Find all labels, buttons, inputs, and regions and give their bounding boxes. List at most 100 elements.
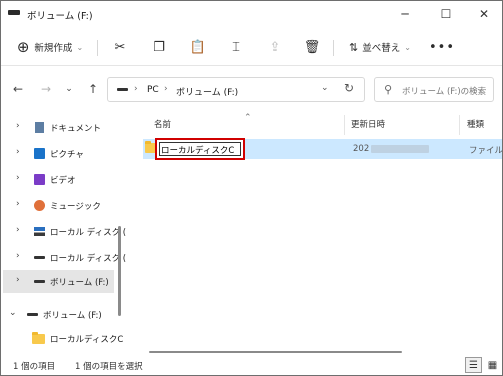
- file-list: ⌃ 名前 更新日時 種類 202 ファイル フ: [127, 113, 502, 353]
- nav-item-folder[interactable]: ローカルディスクC: [1, 327, 123, 350]
- drive-icon: [27, 313, 38, 316]
- nav-item-videos[interactable]: › ビデオ: [1, 168, 121, 191]
- chevron-right-icon[interactable]: ›: [16, 199, 20, 209]
- arrow-left-icon: ←: [12, 82, 24, 96]
- rename-highlight: [155, 138, 245, 160]
- arrow-right-icon: →: [40, 82, 52, 96]
- toolbar-divider: [333, 40, 334, 56]
- nav-item-local-disk-2[interactable]: › ローカル ディスク (: [1, 246, 126, 269]
- sort-button[interactable]: ⇅ 並べ替え ⌄: [341, 36, 419, 58]
- chevron-right-icon[interactable]: ›: [16, 147, 20, 157]
- toolbar-divider: [97, 40, 98, 56]
- local-disk-icon: [34, 227, 45, 236]
- documents-icon: [35, 122, 44, 133]
- copy-button[interactable]: ❐: [148, 36, 170, 58]
- drive-icon: [34, 256, 45, 259]
- tiles-view-icon: ▦: [487, 359, 498, 371]
- paste-button[interactable]: 📋: [187, 36, 209, 58]
- item-count: 1 個の項目: [13, 362, 56, 372]
- new-button[interactable]: ⊕ 新規作成 ⌄: [11, 36, 89, 58]
- breadcrumb-pc[interactable]: PC: [147, 85, 159, 95]
- column-header-type[interactable]: 種類: [467, 118, 484, 130]
- command-bar: ⊕ 新規作成 ⌄ ✂ ❐ 📋 ⌶ ⇪ 🗑 ⇅ 並べ替え ⌄ •••: [1, 28, 502, 66]
- minimize-button[interactable]: ─: [387, 3, 423, 25]
- explorer-window: ボリューム (F:) ─ ☐ ✕ ⊕ 新規作成 ⌄ ✂ ❐ 📋 ⌶ ⇪ 🗑 ⇅ …: [0, 0, 503, 376]
- details-view-icon: ☰: [469, 359, 478, 371]
- search-placeholder: ボリューム (F:)の検索: [402, 87, 487, 97]
- column-header-modified[interactable]: 更新日時: [351, 118, 385, 130]
- rename-field: [159, 142, 241, 156]
- rename-icon: ⌶: [232, 39, 240, 55]
- file-row[interactable]: 202 ファイル フ: [143, 138, 503, 160]
- chevron-down-icon: ⌄: [76, 42, 84, 52]
- column-divider[interactable]: [459, 115, 460, 135]
- drive-icon: [8, 10, 20, 15]
- search-icon: ⚲: [384, 83, 393, 96]
- nav-item-label: ミュージック: [50, 202, 101, 212]
- cut-button[interactable]: ✂: [109, 36, 131, 58]
- plus-icon: ⊕: [16, 37, 30, 56]
- nav-item-label: ビデオ: [50, 176, 76, 186]
- address-history-icon[interactable]: ⌄: [321, 83, 329, 93]
- breadcrumb-separator-icon: ›: [134, 84, 138, 94]
- arrow-up-icon: ↑: [87, 82, 99, 96]
- file-type: ファイル フ: [469, 146, 503, 156]
- delete-icon: 🗑: [303, 39, 321, 55]
- redacted-date: [371, 145, 429, 153]
- drive-icon: [117, 88, 128, 91]
- up-button[interactable]: ↑: [83, 79, 103, 99]
- rename-input[interactable]: [161, 144, 239, 155]
- nav-item-label: ドキュメント: [50, 124, 102, 134]
- horizontal-scrollbar[interactable]: [149, 351, 402, 353]
- nav-item-pictures[interactable]: › ピクチャ: [1, 142, 121, 165]
- chevron-right-icon[interactable]: ›: [16, 275, 20, 285]
- chevron-down-icon: ⌄: [65, 84, 73, 94]
- new-button-label: 新規作成: [34, 43, 73, 54]
- folder-icon: [32, 332, 45, 344]
- nav-item-local-disk-1[interactable]: › ローカル ディスク (: [1, 220, 126, 243]
- rename-button[interactable]: ⌶: [225, 36, 247, 58]
- drive-icon: [34, 280, 45, 283]
- nav-item-label: ピクチャ: [50, 150, 84, 160]
- nav-item-music[interactable]: › ミュージック: [1, 194, 121, 217]
- nav-item-volume-f-expanded[interactable]: ⌄ ボリューム (F:): [1, 303, 121, 326]
- sort-button-label: 並べ替え: [362, 43, 401, 54]
- chevron-down-icon: ⌄: [404, 42, 411, 52]
- chevron-down-icon[interactable]: ⌄: [9, 308, 17, 318]
- column-divider[interactable]: [344, 115, 345, 135]
- navigation-pane: › ドキュメント › ピクチャ › ビデオ › ミュージック › ローカル ディ…: [1, 113, 126, 353]
- column-header-name[interactable]: 名前: [154, 118, 171, 130]
- chevron-right-icon[interactable]: ›: [16, 225, 20, 235]
- share-button[interactable]: ⇪: [264, 36, 286, 58]
- breadcrumb-separator-icon: ›: [164, 84, 168, 94]
- search-box[interactable]: ⚲ ボリューム (F:)の検索: [374, 77, 494, 102]
- nav-item-documents[interactable]: › ドキュメント: [1, 116, 121, 139]
- more-icon: •••: [429, 39, 456, 55]
- details-view-button[interactable]: ☰: [465, 357, 482, 373]
- large-icons-view-button[interactable]: ▦: [484, 357, 501, 373]
- breadcrumb-volume[interactable]: ボリューム (F:): [176, 85, 238, 98]
- more-options-button[interactable]: •••: [429, 36, 455, 58]
- delete-button[interactable]: 🗑: [301, 36, 323, 58]
- navigation-scrollbar[interactable]: [118, 226, 121, 316]
- forward-button[interactable]: →: [36, 79, 56, 99]
- pictures-icon: [34, 148, 45, 159]
- recent-locations-button[interactable]: ⌄: [59, 79, 79, 99]
- copy-icon: ❐: [153, 39, 165, 55]
- nav-item-label: ボリューム (F:): [50, 278, 109, 288]
- close-button[interactable]: ✕: [466, 3, 502, 25]
- back-button[interactable]: ←: [8, 79, 28, 99]
- sort-icon: ⇅: [349, 40, 359, 54]
- paste-icon: 📋: [189, 39, 207, 55]
- status-bar: 1 個の項目 1 個の項目を選択 ☰ ▦: [1, 356, 502, 375]
- nav-item-label: ローカル ディスク (: [50, 228, 127, 238]
- nav-item-volume-f[interactable]: › ボリューム (F:): [3, 270, 114, 293]
- chevron-right-icon[interactable]: ›: [16, 251, 20, 261]
- maximize-button[interactable]: ☐: [428, 3, 464, 25]
- refresh-icon[interactable]: ↻: [344, 81, 354, 95]
- chevron-right-icon[interactable]: ›: [16, 121, 20, 131]
- nav-item-label: ローカル ディスク (: [50, 254, 127, 264]
- address-bar[interactable]: › PC › ボリューム (F:) ⌄ ↻: [107, 77, 365, 102]
- share-icon: ⇪: [269, 39, 281, 55]
- chevron-right-icon[interactable]: ›: [16, 173, 20, 183]
